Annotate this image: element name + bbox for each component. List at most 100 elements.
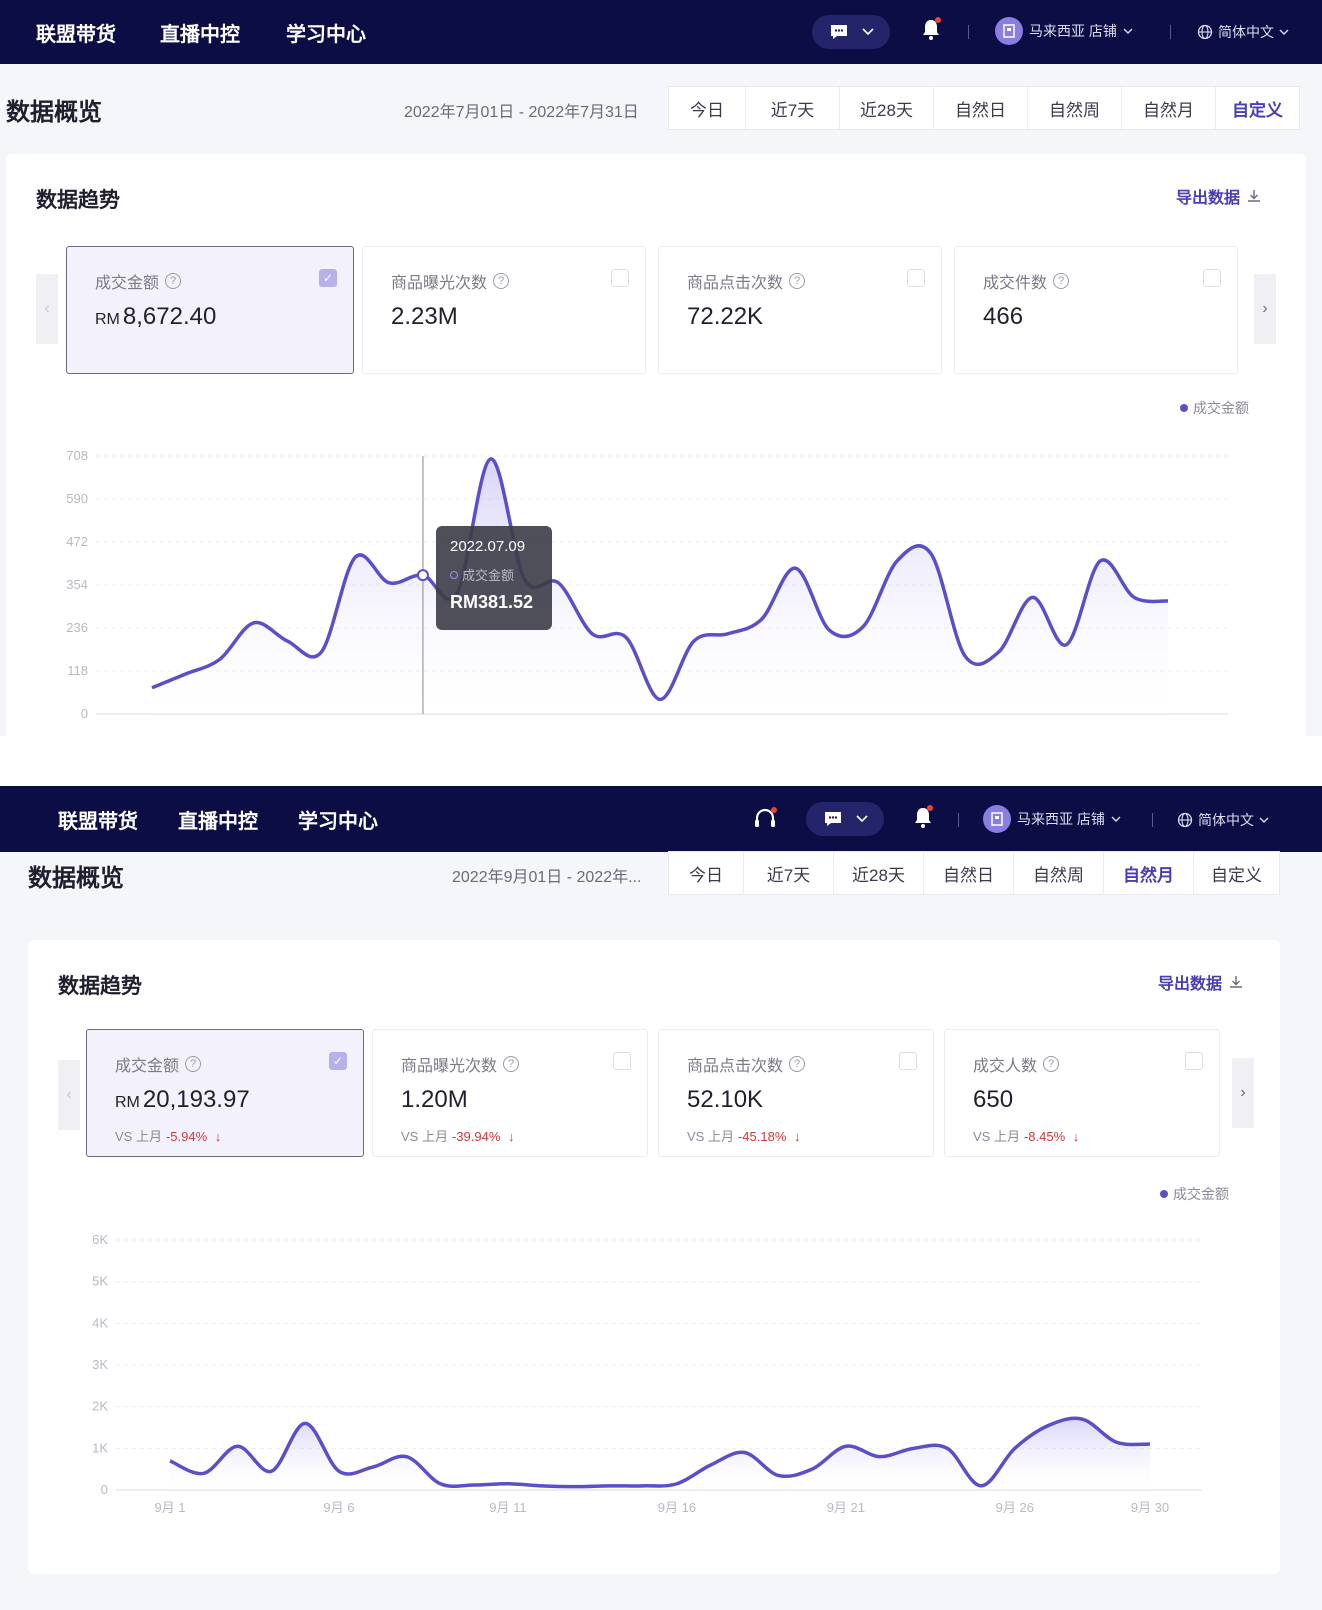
shop-switcher[interactable]: 马来西亚 店铺 bbox=[983, 805, 1121, 833]
help-icon[interactable]: ? bbox=[1043, 1056, 1060, 1072]
metric-card-gmv[interactable]: 成交金额? ✓ RM 8,672.40 bbox=[66, 246, 354, 374]
x-tick-label: 9月 26 bbox=[996, 1500, 1034, 1515]
metric-card-clicks[interactable]: 商品点击次数? 72.22K bbox=[658, 246, 942, 374]
tab-custom[interactable]: 自定义 bbox=[1193, 852, 1279, 894]
export-label: 导出数据 bbox=[1158, 976, 1223, 993]
nav-item-live-control[interactable]: 直播中控 bbox=[178, 786, 258, 852]
date-range-picker[interactable]: 2022年7月01日 - 2022年7月31日 bbox=[404, 98, 660, 122]
series-area bbox=[152, 458, 1168, 714]
metric-checkbox[interactable] bbox=[899, 1052, 917, 1070]
metric-card-clicks[interactable]: 商品点击次数? 52.10K VS 上月 -45.18% ↓ bbox=[658, 1029, 934, 1157]
nav-item-affiliate[interactable]: 联盟带货 bbox=[58, 786, 138, 852]
y-tick-label: 5K bbox=[92, 1274, 108, 1289]
tab-natural-month[interactable]: 自然月 bbox=[1103, 852, 1193, 894]
tab-natural-week[interactable]: 自然周 bbox=[1027, 87, 1121, 129]
metric-card-buyers[interactable]: 成交人数? 650 VS 上月 -8.45% ↓ bbox=[944, 1029, 1220, 1157]
message-dropdown[interactable] bbox=[812, 15, 890, 49]
help-icon[interactable]: ? bbox=[185, 1056, 202, 1072]
metric-card-gmv[interactable]: 成交金额? ✓ RM 20,193.97 VS 上月 -5.94% ↓ bbox=[86, 1029, 364, 1157]
metrics-next-button[interactable]: › bbox=[1232, 1058, 1254, 1128]
nav-item-live-control[interactable]: 直播中控 bbox=[160, 0, 240, 64]
tab-last-28-days[interactable]: 近28天 bbox=[839, 87, 933, 129]
metric-checkbox[interactable] bbox=[1185, 1052, 1203, 1070]
tab-natural-day[interactable]: 自然日 bbox=[923, 852, 1013, 894]
vs-label: VS 上月 bbox=[115, 1129, 162, 1144]
top-nav-bar: 联盟带货 直播中控 学习中心 马来西亚 店铺 简体中文 bbox=[0, 0, 1322, 64]
x-tick-label: 9月 11 bbox=[489, 1500, 526, 1515]
section-title: 数据趋势 bbox=[36, 189, 120, 212]
language-switcher[interactable]: 简体中文 bbox=[1177, 810, 1269, 830]
metric-label: 成交件数 bbox=[983, 275, 1048, 292]
tab-custom[interactable]: 自定义 bbox=[1215, 87, 1299, 129]
help-icon[interactable]: ? bbox=[165, 273, 182, 289]
headset-support-icon[interactable] bbox=[752, 806, 778, 832]
date-tabs: 今日 近7天 近28天 自然日 自然周 自然月 自定义 bbox=[668, 86, 1300, 130]
shop-avatar-icon bbox=[983, 805, 1011, 833]
tab-today[interactable]: 今日 bbox=[669, 87, 745, 129]
metrics-next-button[interactable]: › bbox=[1254, 274, 1276, 344]
language-label: 简体中文 bbox=[1198, 812, 1254, 828]
metrics-prev-button[interactable]: ‹ bbox=[36, 274, 58, 344]
help-icon[interactable]: ? bbox=[503, 1056, 520, 1072]
export-data-button[interactable]: 导出数据 bbox=[1158, 970, 1244, 994]
screenshot-september: 联盟带货 直播中控 学习中心 马来西亚 店铺 简体中文 数据概览 2022年9月… bbox=[0, 786, 1322, 1610]
notification-bell-icon[interactable] bbox=[912, 805, 934, 829]
y-tick-label: 0 bbox=[81, 706, 88, 721]
chart-tooltip: 2022.07.09 成交金额 RM381.52 bbox=[436, 526, 552, 630]
tab-last-7-days[interactable]: 近7天 bbox=[745, 87, 839, 129]
nav-item-learning-center[interactable]: 学习中心 bbox=[286, 0, 366, 64]
x-tick-label: 9月 6 bbox=[323, 1500, 354, 1515]
legend-label: 成交金额 bbox=[1193, 400, 1249, 416]
down-arrow-icon: ↓ bbox=[1069, 1129, 1080, 1144]
tab-natural-month[interactable]: 自然月 bbox=[1121, 87, 1215, 129]
y-tick-label: 4K bbox=[92, 1315, 108, 1330]
help-icon[interactable]: ? bbox=[493, 273, 510, 289]
tab-today[interactable]: 今日 bbox=[669, 852, 743, 894]
export-data-button[interactable]: 导出数据 bbox=[1176, 184, 1262, 208]
metric-checkbox[interactable] bbox=[907, 269, 925, 287]
date-range-picker[interactable]: 2022年9月01日 - 2022年... bbox=[452, 863, 652, 887]
notification-bell-icon[interactable] bbox=[920, 17, 942, 41]
tab-last-28-days[interactable]: 近28天 bbox=[833, 852, 923, 894]
language-switcher[interactable]: 简体中文 bbox=[1197, 22, 1289, 42]
tooltip-dot bbox=[450, 570, 458, 579]
tab-natural-week[interactable]: 自然周 bbox=[1013, 852, 1103, 894]
help-icon[interactable]: ? bbox=[789, 273, 806, 289]
metric-card-items-sold[interactable]: 成交件数? 466 bbox=[954, 246, 1238, 374]
metric-checkbox[interactable]: ✓ bbox=[329, 1052, 347, 1070]
help-icon[interactable]: ? bbox=[789, 1056, 806, 1072]
down-arrow-icon: ↓ bbox=[211, 1129, 222, 1144]
y-tick-label: 2K bbox=[92, 1399, 108, 1414]
metrics-prev-button[interactable]: ‹ bbox=[58, 1060, 80, 1130]
chart-legend: 成交金额 bbox=[1180, 398, 1249, 418]
metric-checkbox[interactable] bbox=[1203, 269, 1221, 287]
metric-label-wrap: 商品曝光次数? bbox=[401, 1052, 520, 1076]
hover-point bbox=[416, 569, 429, 582]
metric-label: 商品点击次数 bbox=[687, 1058, 784, 1075]
chevron-down-icon bbox=[861, 28, 874, 36]
y-tick-label: 0 bbox=[101, 1482, 108, 1497]
nav-item-learning-center[interactable]: 学习中心 bbox=[298, 786, 378, 852]
help-icon[interactable]: ? bbox=[1053, 273, 1070, 289]
metric-value: 8,672.40 bbox=[122, 303, 217, 330]
metric-checkbox[interactable] bbox=[611, 269, 629, 287]
tooltip-series: 成交金额 bbox=[462, 568, 515, 583]
metric-comparison: VS 上月 -8.45% ↓ bbox=[973, 1126, 1079, 1145]
y-tick-label: 236 bbox=[66, 620, 88, 635]
chevron-down-icon bbox=[855, 815, 868, 823]
y-tick-label: 1K bbox=[92, 1440, 108, 1455]
chevron-down-icon bbox=[1279, 29, 1289, 36]
metric-card-impressions[interactable]: 商品曝光次数? 2.23M bbox=[362, 246, 646, 374]
message-dropdown[interactable] bbox=[806, 802, 884, 836]
tab-last-7-days[interactable]: 近7天 bbox=[743, 852, 833, 894]
legend-dot bbox=[1180, 404, 1188, 412]
currency: RM bbox=[95, 311, 120, 328]
metric-card-impressions[interactable]: 商品曝光次数? 1.20M VS 上月 -39.94% ↓ bbox=[372, 1029, 648, 1157]
metric-checkbox[interactable] bbox=[613, 1052, 631, 1070]
divider bbox=[1152, 813, 1153, 827]
nav-item-affiliate[interactable]: 联盟带货 bbox=[36, 0, 116, 64]
metric-checkbox[interactable]: ✓ bbox=[319, 269, 337, 287]
tab-natural-day[interactable]: 自然日 bbox=[933, 87, 1027, 129]
divider bbox=[968, 25, 969, 39]
shop-switcher[interactable]: 马来西亚 店铺 bbox=[995, 17, 1133, 45]
